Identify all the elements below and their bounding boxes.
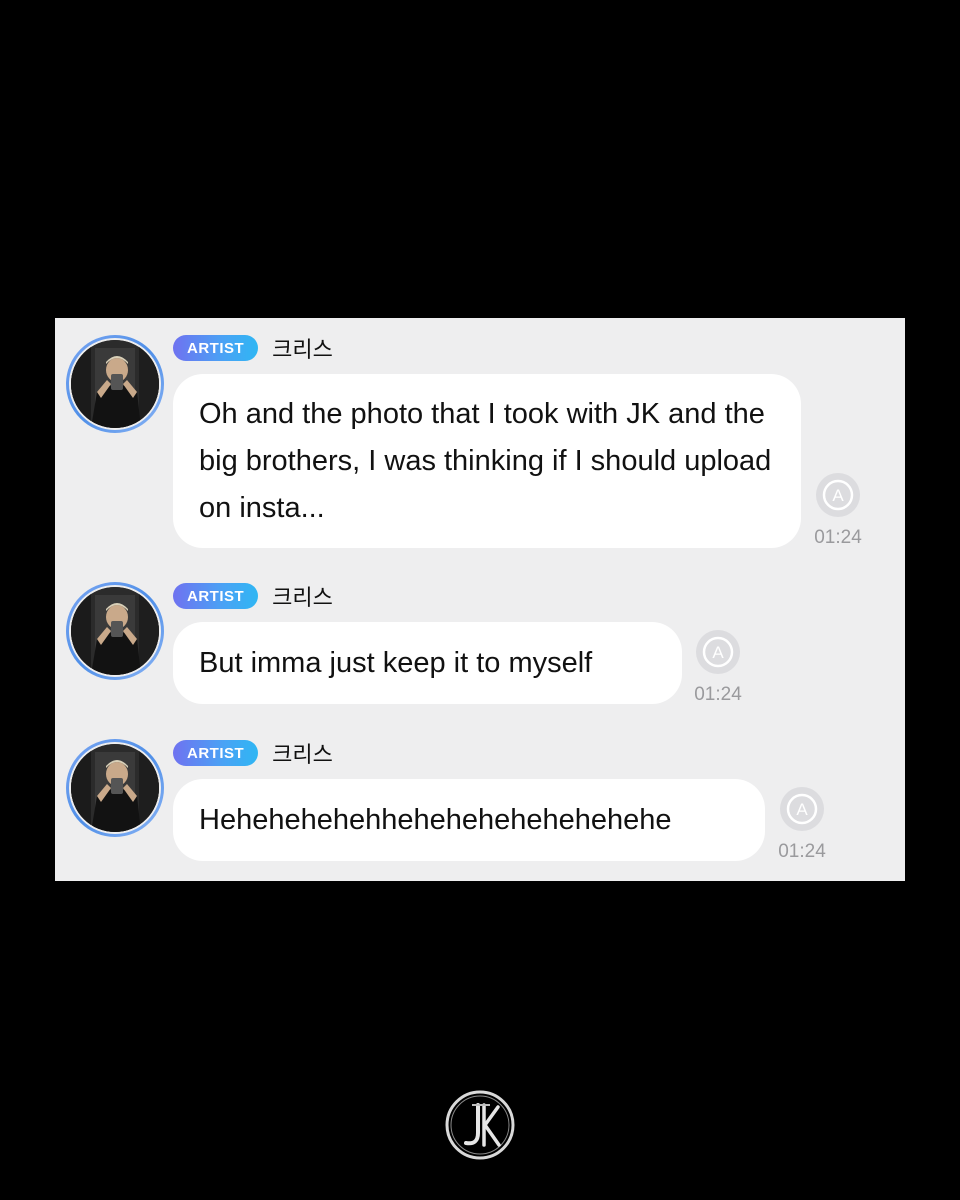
avatar[interactable]	[66, 739, 164, 837]
avatar[interactable]	[66, 335, 164, 433]
svg-text:A: A	[832, 486, 844, 505]
artist-badge: ARTIST	[173, 740, 259, 766]
message-bubble[interactable]: Oh and the photo that I took with JK and…	[173, 374, 801, 548]
artist-badge: ARTIST	[173, 335, 259, 361]
message-meta: A 01:24	[808, 472, 868, 549]
avatar-photo	[71, 587, 159, 675]
message-bubble[interactable]: But imma just keep it to myself	[173, 622, 682, 704]
sender-name: 크리스	[272, 586, 333, 611]
svg-text:A: A	[712, 643, 724, 662]
jk-logo-icon	[445, 1090, 515, 1160]
svg-text:A: A	[796, 800, 808, 819]
sender-name: 크리스	[272, 338, 333, 363]
message-meta: A 01:24	[772, 786, 832, 863]
message-time: 01:24	[814, 527, 862, 548]
message-time: 01:24	[778, 841, 826, 862]
artist-badge: ARTIST	[173, 583, 259, 609]
message-meta: A 01:24	[688, 629, 748, 706]
avatar-photo	[71, 744, 159, 832]
message-time: 01:24	[694, 684, 742, 705]
auto-translate-icon[interactable]: A	[815, 472, 861, 518]
auto-translate-icon[interactable]: A	[695, 629, 741, 675]
chat-panel: ARTIST 크리스 Oh and the photo that I took …	[55, 318, 905, 881]
sender-name: 크리스	[272, 743, 333, 768]
avatar-photo	[71, 340, 159, 428]
message-bubble[interactable]: Hehehehehehhehehehehehehehehe	[173, 779, 765, 861]
avatar[interactable]	[66, 582, 164, 680]
auto-translate-icon[interactable]: A	[779, 786, 825, 832]
